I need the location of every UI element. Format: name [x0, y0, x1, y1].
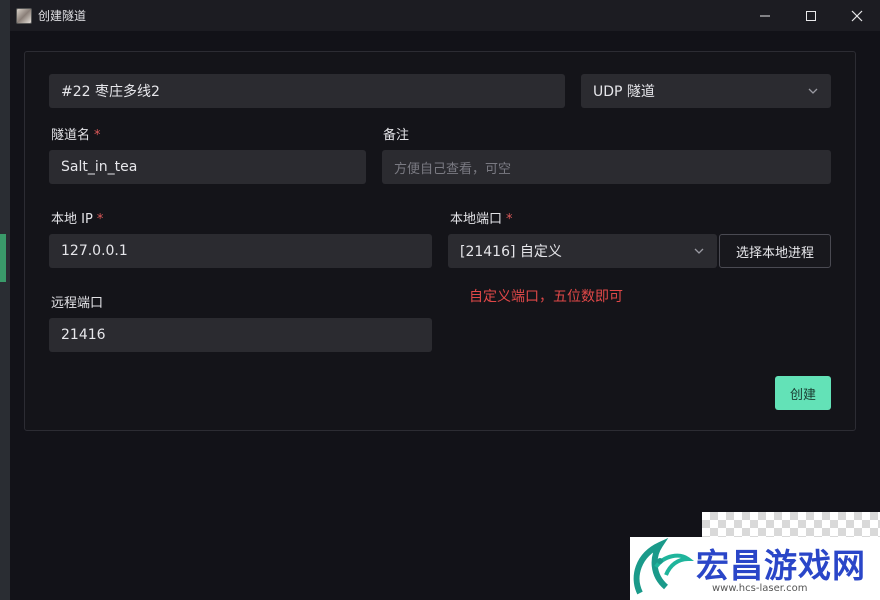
- select-local-process-button[interactable]: 选择本地进程: [719, 234, 831, 268]
- tunnel-form-panel: #22 枣庄多线2 UDP 隧道 隧道名 * 备注 Salt_in_tea 方便自…: [24, 51, 856, 431]
- chevron-down-icon: [694, 248, 704, 254]
- app-icon: [16, 7, 32, 24]
- desktop-background: [0, 0, 10, 600]
- node-select[interactable]: #22 枣庄多线2: [49, 74, 565, 108]
- local-port-value: [21416] 自定义: [460, 244, 562, 260]
- title-bar: 创建隧道: [10, 0, 880, 31]
- window-title: 创建隧道: [38, 9, 87, 23]
- tunnel-name-input[interactable]: Salt_in_tea: [49, 150, 366, 184]
- create-tunnel-window: 创建隧道 #22 枣庄多线2 UDP 隧道 隧道名 * 备注 Salt_in_t…: [10, 0, 880, 600]
- chevron-down-icon: [808, 88, 818, 94]
- minimize-button[interactable]: [742, 0, 788, 31]
- tunnel-name-label: 隧道名 *: [51, 128, 101, 143]
- local-ip-input[interactable]: 127.0.0.1: [49, 234, 432, 268]
- remote-port-input[interactable]: 21416: [49, 318, 432, 352]
- desktop-app-tab: [0, 234, 6, 282]
- watermark-logo-icon: [633, 537, 694, 595]
- protocol-select[interactable]: UDP 隧道: [581, 74, 831, 108]
- protocol-select-value: UDP 隧道: [593, 84, 655, 100]
- local-ip-label: 本地 IP *: [51, 212, 104, 227]
- local-ip-value: 127.0.0.1: [61, 243, 128, 259]
- remark-input[interactable]: 方便自己查看，可空: [382, 150, 831, 184]
- required-mark: *: [96, 212, 104, 227]
- required-mark: *: [506, 212, 513, 227]
- tunnel-name-value: Salt_in_tea: [61, 159, 138, 175]
- watermark-brand: 宏昌游戏网: [696, 546, 866, 585]
- remark-label: 备注: [383, 128, 410, 143]
- create-button[interactable]: 创建: [775, 376, 831, 410]
- close-icon: [851, 10, 863, 21]
- watermark: 宏昌游戏网 www.hcs-laser.com: [630, 537, 880, 600]
- close-button[interactable]: [834, 0, 880, 31]
- watermark-url: www.hcs-laser.com: [712, 583, 808, 594]
- local-port-select[interactable]: [21416] 自定义: [448, 234, 717, 268]
- local-port-label: 本地端口 *: [450, 212, 513, 227]
- maximize-button[interactable]: [788, 0, 834, 31]
- watermark-checker: [702, 512, 880, 538]
- remote-port-label: 远程端口: [51, 296, 104, 311]
- required-mark: *: [94, 128, 101, 143]
- node-select-value: #22 枣庄多线2: [61, 84, 160, 100]
- remark-placeholder: 方便自己查看，可空: [394, 161, 512, 177]
- minimize-icon: [760, 15, 770, 16]
- maximize-icon: [806, 10, 816, 21]
- port-error-message: 自定义端口，五位数即可: [469, 289, 623, 305]
- remote-port-value: 21416: [61, 327, 106, 343]
